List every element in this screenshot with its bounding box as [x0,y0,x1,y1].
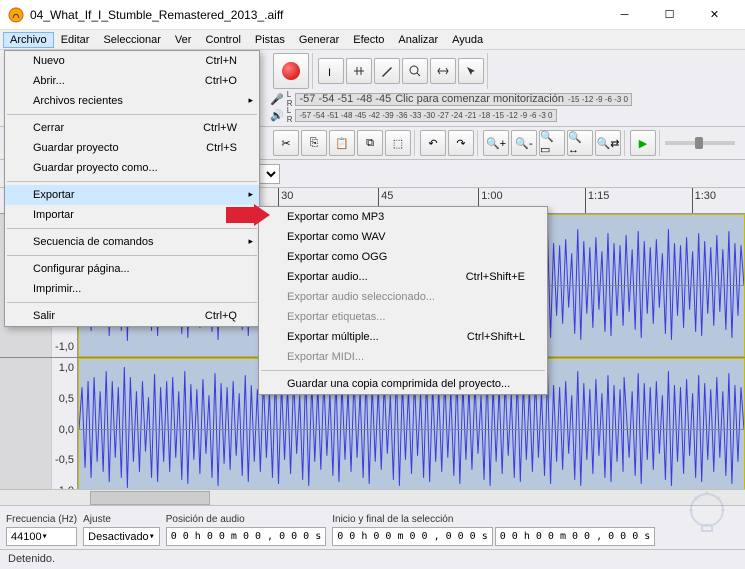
menu-exportar[interactable]: Exportar [5,185,259,205]
zoom-in-button[interactable]: 🔍+ [483,130,509,156]
menu-efecto[interactable]: Efecto [346,32,391,48]
menu-config-pagina[interactable]: Configurar página... [5,259,259,279]
export-selected: Exportar audio seleccionado... [259,287,547,307]
freq-label: Frecuencia (Hz) [6,514,77,525]
menu-imprimir[interactable]: Imprimir... [5,279,259,299]
menu-guardar[interactable]: Guardar proyectoCtrl+S [5,138,259,158]
snap-field[interactable]: Desactivado ▾ [83,527,160,546]
zoom-tool-button[interactable] [402,58,428,84]
zoom-toggle-button[interactable]: 🔍⇄ [595,130,621,156]
menu-recientes[interactable]: Archivos recientes [5,91,259,111]
play-speed-slider[interactable] [665,141,735,145]
close-button[interactable]: ✕ [692,0,737,29]
app-icon [8,7,24,23]
zoom-sel-button[interactable]: 🔍▭ [539,130,565,156]
copy-button[interactable]: ⎘ [301,130,327,156]
record-meter[interactable]: 🎤LR -57 -54 -51 -48 -45 Clic para comenz… [270,91,632,123]
export-audio[interactable]: Exportar audio...Ctrl+Shift+E [259,267,547,287]
status-text: Detenido. [0,549,745,569]
mic-icon: 🎤 [270,93,284,106]
minimize-button[interactable]: ─ [602,0,647,29]
record-button[interactable] [273,53,309,89]
menubar: Archivo Editar Seleccionar Ver Control P… [0,30,745,50]
menu-cerrar[interactable]: CerrarCtrl+W [5,118,259,138]
cut-button[interactable]: ✂ [273,130,299,156]
menu-ver[interactable]: Ver [168,32,199,48]
project-rate-field[interactable]: 44100 ▾ [6,527,77,546]
maximize-button[interactable]: ☐ [647,0,692,29]
menu-secuencia[interactable]: Secuencia de comandos [5,232,259,252]
export-submenu: Exportar como MP3 Exportar como WAV Expo… [258,206,548,395]
trim-button[interactable]: ⧉ [357,130,383,156]
menu-abrir[interactable]: Abrir...Ctrl+O [5,71,259,91]
menu-nuevo[interactable]: NuevoCtrl+N [5,51,259,71]
export-labels: Exportar etiquetas... [259,307,547,327]
audio-position-label: Posición de audio [166,514,327,525]
menu-analizar[interactable]: Analizar [391,32,445,48]
envelope-tool-button[interactable] [346,58,372,84]
svg-text:I: I [328,67,331,78]
redo-button[interactable]: ↷ [448,130,474,156]
menu-importar[interactable]: Importar [5,205,259,225]
menu-control[interactable]: Control [198,32,247,48]
track-control-panel-2[interactable]: 1,00,50,0-0,5-1,0 [0,358,78,501]
zoom-fit-button[interactable]: 🔍↔ [567,130,593,156]
menu-editar[interactable]: Editar [54,32,97,48]
horizontal-scrollbar[interactable] [0,489,745,505]
callout-arrow-icon [226,204,270,226]
zoom-out-button[interactable]: 🔍- [511,130,537,156]
snap-label: Ajuste [83,514,160,525]
export-mp3[interactable]: Exportar como MP3 [259,207,547,227]
export-wav[interactable]: Exportar como WAV [259,227,547,247]
menu-salir[interactable]: SalirCtrl+Q [5,306,259,326]
menu-generar[interactable]: Generar [292,32,346,48]
watermark-bulb-icon [677,485,737,545]
silence-button[interactable]: ⬚ [385,130,411,156]
export-multiple[interactable]: Exportar múltiple...Ctrl+Shift+L [259,327,547,347]
multi-tool-button[interactable] [458,58,484,84]
menu-archivo[interactable]: Archivo [3,32,54,48]
undo-button[interactable]: ↶ [420,130,446,156]
speaker-icon: 🔊 [270,109,284,122]
window-titlebar: 04_What_If_I_Stumble_Remastered_2013_.ai… [0,0,745,30]
selection-bar: Frecuencia (Hz) 44100 ▾ Ajuste Desactiva… [0,505,745,549]
draw-tool-button[interactable] [374,58,400,84]
menu-guardar-como[interactable]: Guardar proyecto como... [5,158,259,178]
export-ogg[interactable]: Exportar como OGG [259,247,547,267]
selection-label: Inicio y final de la selección [332,514,655,525]
export-compressed-copy[interactable]: Guardar una copia comprimida del proyect… [259,374,547,394]
menu-ayuda[interactable]: Ayuda [445,32,490,48]
export-midi: Exportar MIDI... [259,347,547,367]
status-area: Frecuencia (Hz) 44100 ▾ Ajuste Desactiva… [0,489,745,569]
selection-tool-button[interactable]: I [318,58,344,84]
selection-end-field[interactable]: 0 0 h 0 0 m 0 0 , 0 0 0 s [495,527,656,546]
timeshift-tool-button[interactable] [430,58,456,84]
audio-position-field[interactable]: 0 0 h 0 0 m 0 0 , 0 0 0 s [166,527,327,546]
selection-start-field[interactable]: 0 0 h 0 0 m 0 0 , 0 0 0 s [332,527,493,546]
play-region-button[interactable]: ▶ [630,130,656,156]
menu-seleccionar[interactable]: Seleccionar [96,32,167,48]
menu-pistas[interactable]: Pistas [248,32,292,48]
file-menu-dropdown: NuevoCtrl+N Abrir...Ctrl+O Archivos reci… [4,50,260,327]
paste-button[interactable]: 📋 [329,130,355,156]
window-title: 04_What_If_I_Stumble_Remastered_2013_.ai… [30,8,602,22]
